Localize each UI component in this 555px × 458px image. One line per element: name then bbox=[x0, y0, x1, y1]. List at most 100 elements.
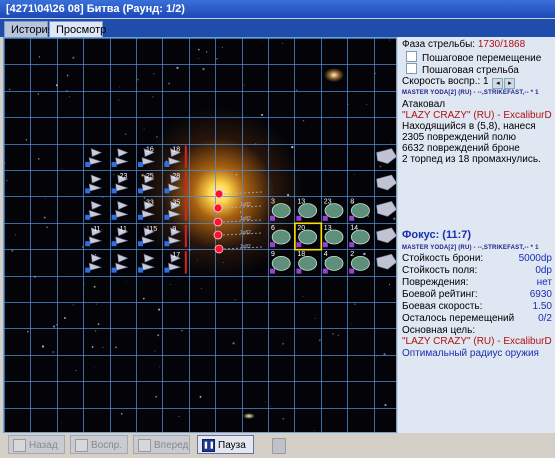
own-ship[interactable]: 9 bbox=[270, 251, 291, 274]
enemy-ship-sprite bbox=[88, 200, 103, 218]
own-ship[interactable]: 6 bbox=[270, 225, 291, 248]
enemy-ship[interactable] bbox=[85, 200, 103, 220]
own-ship[interactable]: 13 bbox=[322, 225, 344, 248]
edge-ship-sprite[interactable] bbox=[376, 201, 397, 217]
own-ship[interactable]: 3 bbox=[270, 198, 291, 221]
window-title: [4271\04\26 08] Битва (Раунд: 1/2) bbox=[6, 3, 185, 15]
enemy-ship[interactable]: 18 bbox=[164, 145, 187, 168]
star bbox=[181, 330, 183, 332]
result-line-4: 2 торпед из 18 промахнулись. bbox=[402, 154, 541, 165]
stat-value: 0/2 bbox=[538, 313, 552, 324]
tab-view[interactable]: Просмотр bbox=[49, 21, 106, 37]
edge-ship-sprite[interactable] bbox=[376, 253, 397, 270]
torpedo-hit-marker bbox=[213, 217, 223, 227]
enemy-ship[interactable] bbox=[111, 148, 129, 167]
enemy-ship[interactable]: 11 bbox=[85, 226, 103, 247]
star bbox=[41, 345, 45, 348]
star bbox=[367, 215, 370, 218]
optimal-range: Оптимальный радиус оружия bbox=[402, 348, 539, 359]
ship-count-label: 8 bbox=[350, 198, 354, 205]
step-fire-row[interactable]: Пошаговая стрельба bbox=[402, 63, 552, 76]
enemy-ship[interactable] bbox=[111, 200, 129, 220]
star bbox=[265, 401, 266, 403]
team-marker bbox=[138, 267, 143, 273]
star bbox=[152, 96, 154, 98]
star bbox=[113, 174, 115, 176]
edge-ship-sprite[interactable] bbox=[376, 148, 397, 164]
own-ship[interactable]: 18 bbox=[296, 251, 318, 274]
forward-button[interactable]: Вперед bbox=[133, 435, 190, 454]
stat-rating: Боевой рейтинг: 6930 bbox=[402, 289, 552, 300]
star bbox=[313, 430, 315, 431]
enemy-ship[interactable]: 23 bbox=[111, 173, 129, 194]
star bbox=[206, 51, 208, 53]
team-marker bbox=[111, 214, 117, 220]
star bbox=[235, 173, 238, 176]
enemy-ship[interactable]: 11 bbox=[111, 226, 129, 247]
enemy-ship[interactable] bbox=[85, 148, 103, 167]
pause-icon: ❚❚ bbox=[202, 439, 215, 452]
own-ship[interactable]: 13 bbox=[296, 198, 318, 221]
enemy-ship[interactable] bbox=[111, 253, 129, 273]
step-fire-checkbox[interactable] bbox=[406, 63, 417, 74]
stat-field: Стойкость поля: 0dp bbox=[402, 265, 552, 276]
torpedo-hit-marker bbox=[214, 244, 224, 254]
edge-ship-sprite[interactable] bbox=[376, 174, 397, 191]
enemy-ship[interactable] bbox=[85, 253, 103, 273]
stat-value: нет bbox=[536, 277, 552, 288]
star bbox=[159, 366, 161, 368]
own-ship[interactable]: 23 bbox=[322, 198, 344, 221]
team-marker bbox=[164, 267, 170, 273]
enemy-ship[interactable]: 28 bbox=[164, 172, 187, 195]
own-ship[interactable]: 8 bbox=[349, 198, 370, 221]
star bbox=[61, 167, 63, 169]
team-marker bbox=[111, 162, 117, 167]
enemy-ship[interactable]: 33 bbox=[138, 199, 156, 220]
star bbox=[125, 281, 127, 283]
team-marker bbox=[111, 188, 117, 194]
star bbox=[168, 82, 170, 85]
star bbox=[221, 46, 224, 49]
enemy-ship[interactable]: 35 bbox=[164, 198, 187, 221]
enemy-ship[interactable]: 16 bbox=[138, 147, 156, 167]
team-marker bbox=[85, 162, 91, 167]
star bbox=[153, 73, 155, 75]
attacked-label: Атаковал bbox=[402, 99, 446, 110]
enemy-ship[interactable]: 25 bbox=[138, 173, 156, 194]
star bbox=[244, 84, 246, 86]
torpedo-label: 1x82 bbox=[240, 230, 251, 236]
ship-count-label: 35 bbox=[172, 199, 180, 206]
star bbox=[389, 39, 391, 41]
team-marker bbox=[270, 242, 275, 248]
enemy-ship[interactable]: 9 bbox=[164, 224, 187, 248]
star bbox=[282, 342, 285, 345]
star bbox=[363, 252, 366, 256]
enemy-ship[interactable] bbox=[85, 174, 103, 194]
own-ship[interactable]: 4 bbox=[322, 251, 344, 274]
star bbox=[91, 345, 94, 348]
enemy-ship[interactable] bbox=[138, 253, 156, 273]
pause-button[interactable]: ❚❚ Пауза bbox=[197, 435, 254, 454]
back-button[interactable]: Назад bbox=[8, 435, 65, 454]
step-move-checkbox[interactable] bbox=[406, 51, 417, 62]
tab-history[interactable]: История bbox=[4, 21, 54, 37]
star bbox=[38, 56, 41, 58]
forward-label: Вперед bbox=[154, 440, 189, 451]
battle-board[interactable]: 16 18 23 25 28 33 35 11 11 115 9 17 3 13 23 8 6 20 13 14 9 18… bbox=[3, 37, 397, 433]
play-button[interactable]: Воспр. bbox=[70, 435, 128, 454]
star bbox=[154, 350, 156, 352]
enemy-ship[interactable]: 17 bbox=[164, 251, 187, 274]
own-ship-sprite bbox=[271, 203, 291, 219]
own-ship[interactable]: 20 bbox=[296, 225, 318, 248]
star bbox=[391, 142, 392, 144]
hp-bar bbox=[184, 251, 187, 274]
own-ship[interactable]: 2 bbox=[349, 251, 370, 274]
phase-row: Фаза стрельбы: 1730/1868 bbox=[402, 39, 552, 50]
enemy-ship-sprite bbox=[115, 253, 129, 271]
battle-grid[interactable]: 16 18 23 25 28 33 35 11 11 115 9 17 3 13 23 8 6 20 13 14 9 18… bbox=[4, 38, 397, 433]
trash-icon[interactable] bbox=[272, 438, 286, 454]
ship-count-label: 9 bbox=[172, 226, 176, 233]
enemy-ship[interactable]: 115 bbox=[138, 226, 157, 247]
edge-ship-sprite[interactable] bbox=[376, 227, 397, 244]
own-ship[interactable]: 14 bbox=[349, 225, 370, 248]
